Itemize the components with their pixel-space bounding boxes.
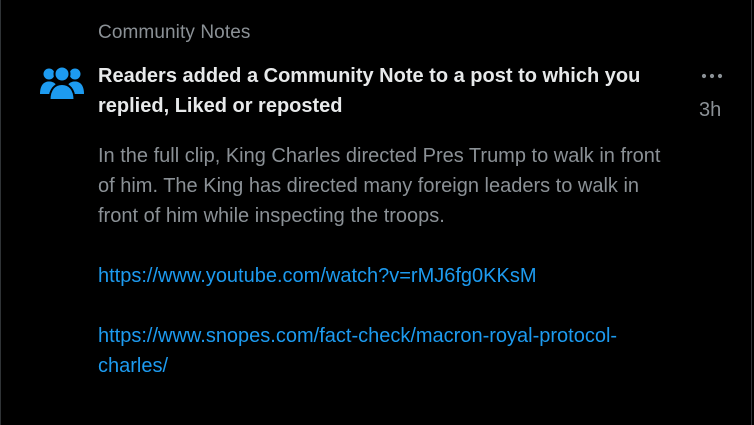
people-icon <box>39 64 85 102</box>
more-options-button[interactable] <box>698 66 726 86</box>
notification-card[interactable]: Community Notes Readers added a Communit… <box>0 0 752 425</box>
more-horizontal-icon <box>701 73 723 79</box>
snopes-link[interactable]: https://www.snopes.com/fact-check/macron… <box>98 321 658 381</box>
timestamp: 3h <box>699 99 722 121</box>
note-body: In the full clip, King Charles directed … <box>98 141 678 381</box>
notification-title: Readers added a Community Note to a post… <box>98 65 641 117</box>
section-label: Community Notes <box>98 22 251 43</box>
youtube-link[interactable]: https://www.youtube.com/watch?v=rMJ6fg0K… <box>98 261 678 291</box>
note-text: In the full clip, King Charles directed … <box>98 145 661 227</box>
